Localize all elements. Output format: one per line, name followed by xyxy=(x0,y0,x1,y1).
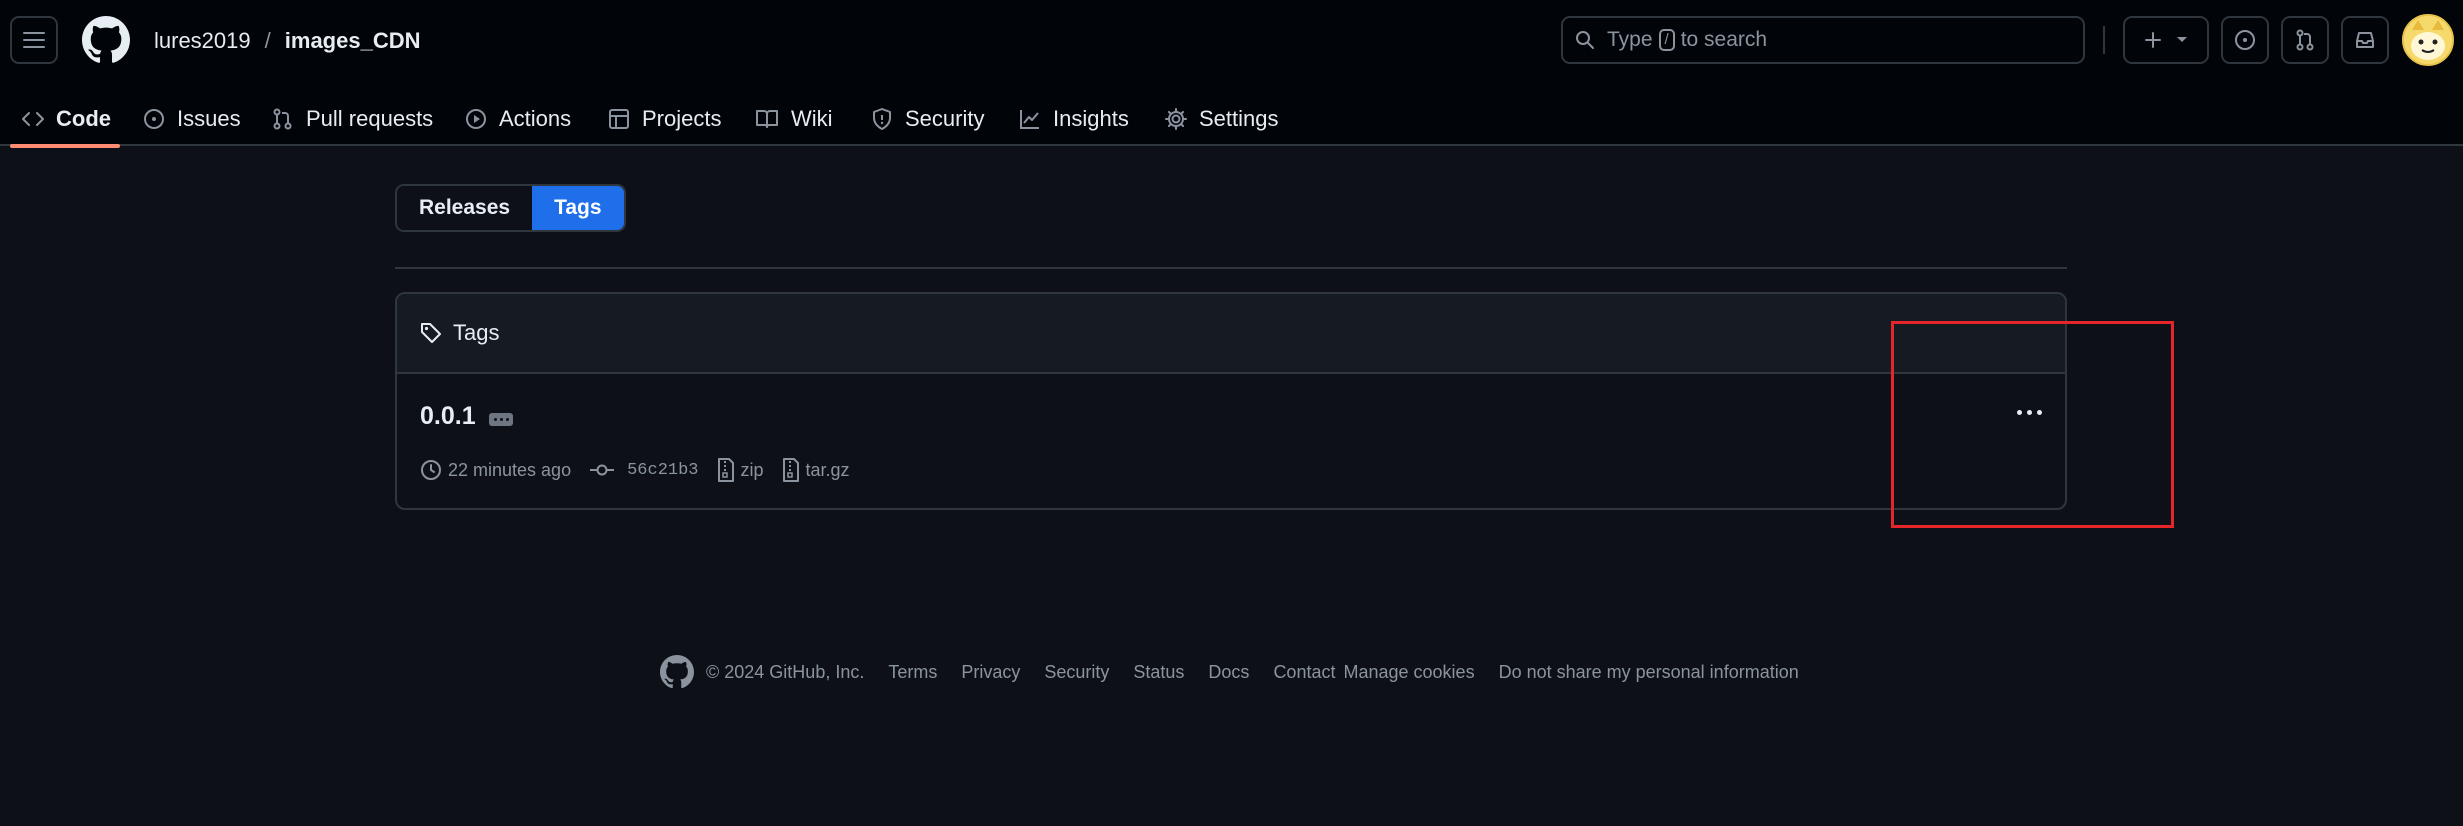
tab-issues-label: Issues xyxy=(177,106,241,131)
commit-icon xyxy=(590,464,615,476)
tab-insights[interactable]: Insights xyxy=(1019,92,1129,146)
shield-icon xyxy=(873,108,891,130)
caret-down-icon xyxy=(2177,37,2187,42)
tab-actions[interactable]: Actions xyxy=(465,92,571,146)
graph-icon xyxy=(1020,110,1039,129)
plus-icon xyxy=(2145,32,2161,48)
search-shortcut-key: / xyxy=(1658,29,1675,51)
menu-button[interactable] xyxy=(10,16,58,64)
issue-icon xyxy=(2235,30,2255,50)
tags-list-box: Tags 0.0.1 22 minutes ago 56c21b3 zip ta… xyxy=(395,292,2067,510)
tab-code[interactable]: Code xyxy=(22,92,111,146)
issues-button[interactable] xyxy=(2221,16,2269,64)
footer-copyright: © 2024 GitHub, Inc. xyxy=(706,661,865,682)
github-logo-icon[interactable] xyxy=(82,16,130,64)
releases-tags-toggle: Releases Tags xyxy=(395,184,626,232)
footer-link-privacy[interactable]: Privacy xyxy=(961,662,1020,683)
tags-box-header: Tags xyxy=(397,294,2065,374)
tag-icon xyxy=(421,323,441,343)
inbox-button[interactable] xyxy=(2341,16,2389,64)
highlight-box xyxy=(1891,321,2174,528)
tab-issues[interactable]: Issues xyxy=(143,92,241,146)
search-suffix: to search xyxy=(1680,28,1768,51)
avatar[interactable] xyxy=(2402,14,2454,66)
tag-time: 22 minutes ago xyxy=(420,459,571,481)
play-icon xyxy=(466,109,486,129)
tag-commit-sha: 56c21b3 xyxy=(627,460,699,480)
footer-link-docs[interactable]: Docs xyxy=(1208,662,1249,683)
gear-icon xyxy=(1165,108,1187,130)
dot-icon xyxy=(493,418,497,421)
file-zip-icon xyxy=(782,458,799,482)
tab-pull-requests[interactable]: Pull requests xyxy=(272,92,433,146)
page-footer: © 2024 GitHub, Inc. Terms Privacy Securi… xyxy=(660,655,1799,689)
tab-insights-label: Insights xyxy=(1053,106,1129,131)
dot-icon xyxy=(499,418,503,421)
tag-meta: 22 minutes ago 56c21b3 zip tar.gz xyxy=(420,458,868,482)
footer-link-status[interactable]: Status xyxy=(1133,662,1184,683)
code-icon xyxy=(22,112,44,126)
hamburger-icon xyxy=(23,32,45,48)
tag-time-text: 22 minutes ago xyxy=(448,459,572,480)
releases-button[interactable]: Releases xyxy=(397,186,533,230)
tab-code-label: Code xyxy=(56,106,111,131)
tags-button[interactable]: Tags xyxy=(532,186,624,230)
active-tab-indicator xyxy=(10,144,120,148)
search-icon xyxy=(1576,31,1594,49)
clock-icon xyxy=(421,460,441,480)
tab-wiki-label: Wiki xyxy=(791,106,833,131)
tab-security-label: Security xyxy=(905,106,985,131)
footer-link-do-not-share[interactable]: Do not share my personal information xyxy=(1499,662,1799,683)
footer-link-security[interactable]: Security xyxy=(1044,662,1109,683)
owner-link[interactable]: lures2019 xyxy=(154,26,251,56)
tab-pull-requests-label: Pull requests xyxy=(306,106,434,131)
tags-box-title: Tags xyxy=(453,320,500,345)
tab-actions-label: Actions xyxy=(499,106,572,131)
dot-icon xyxy=(505,418,509,421)
tag-name-link[interactable]: 0.0.1 xyxy=(420,402,476,431)
global-header: lures2019 / images_CDN Type / to search xyxy=(0,0,2463,148)
search-prefix: Type xyxy=(1607,28,1653,51)
tab-projects[interactable]: Projects xyxy=(608,92,721,146)
footer-link-contact[interactable]: Contact xyxy=(1273,662,1335,683)
avatar-image xyxy=(2404,16,2452,64)
breadcrumb-separator: / xyxy=(264,28,271,53)
repo-link[interactable]: images_CDN xyxy=(285,26,421,56)
pull-request-icon xyxy=(2296,29,2314,51)
issue-icon xyxy=(144,109,164,129)
create-new-button[interactable] xyxy=(2123,16,2209,64)
tab-wiki[interactable]: Wiki xyxy=(755,92,833,146)
file-zip-icon xyxy=(717,458,734,482)
header-divider xyxy=(2103,26,2105,54)
github-logo-icon[interactable] xyxy=(660,655,694,689)
download-zip-label: zip xyxy=(740,459,764,480)
search-input[interactable]: Type / to search xyxy=(1561,16,2085,64)
book-icon xyxy=(756,110,778,128)
tab-security[interactable]: Security xyxy=(871,92,984,146)
repo-breadcrumb: lures2019 / images_CDN xyxy=(154,26,420,56)
tab-settings[interactable]: Settings xyxy=(1165,92,1279,146)
download-targz-link[interactable]: tar.gz xyxy=(782,458,850,482)
tab-settings-label: Settings xyxy=(1199,106,1279,131)
divider xyxy=(395,267,2067,269)
footer-link-terms[interactable]: Terms xyxy=(888,662,937,683)
tag-commit-link[interactable]: 56c21b3 xyxy=(589,459,699,481)
download-targz-label: tar.gz xyxy=(805,459,850,480)
table-icon xyxy=(609,109,629,129)
tag-details-toggle[interactable] xyxy=(489,413,513,426)
download-zip-link[interactable]: zip xyxy=(717,458,764,482)
tab-projects-label: Projects xyxy=(642,106,722,131)
pull-request-icon xyxy=(273,108,292,130)
inbox-icon xyxy=(2356,32,2374,48)
pull-requests-button[interactable] xyxy=(2281,16,2329,64)
footer-link-manage-cookies[interactable]: Manage cookies xyxy=(1343,662,1474,683)
